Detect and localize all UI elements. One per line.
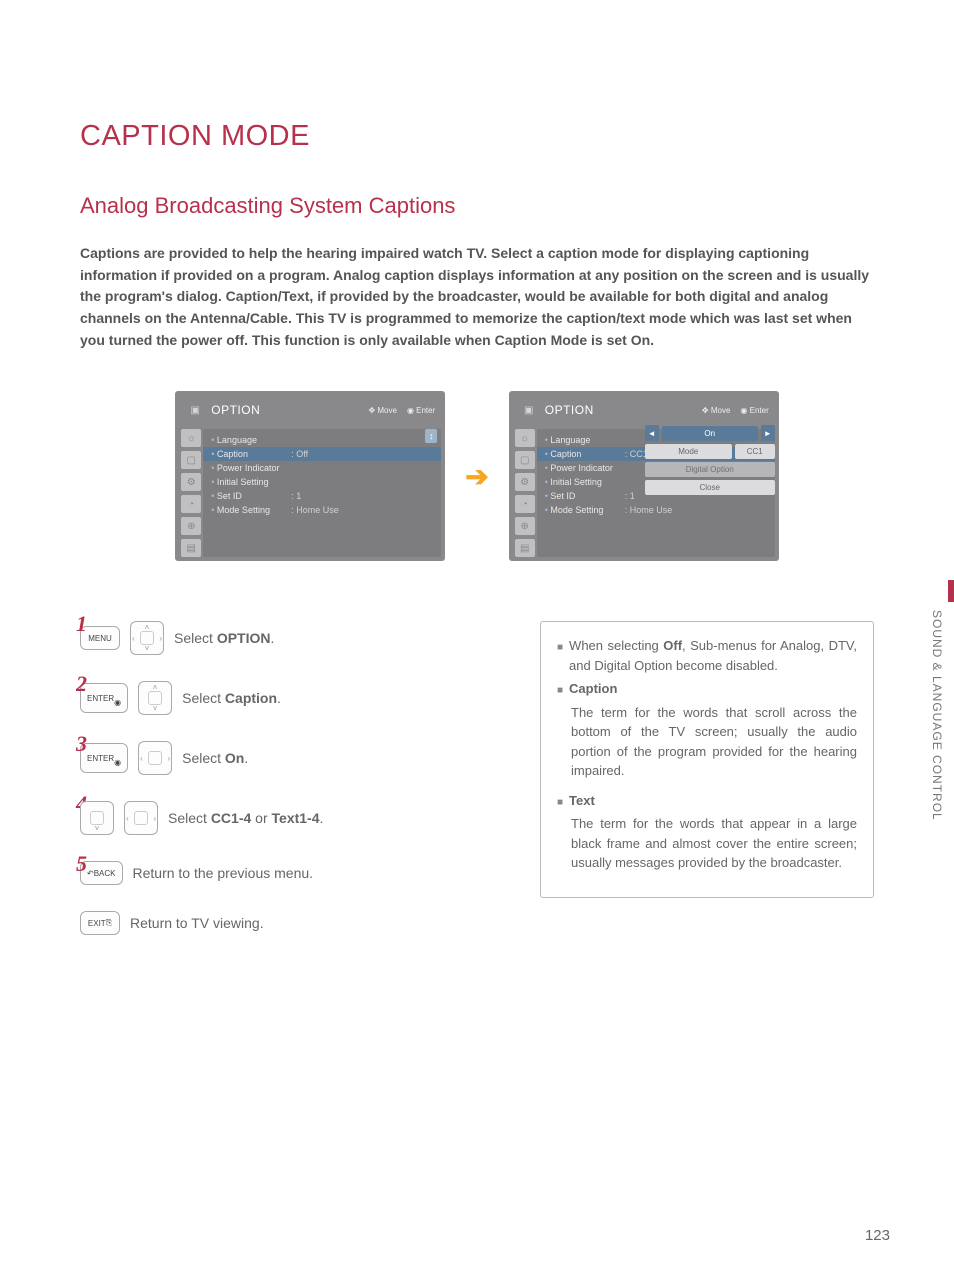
nav-pad-icon: ‹› (124, 801, 158, 835)
section-label: SOUND & LANGUAGE CONTROL (930, 610, 944, 821)
step-number: 5 (76, 851, 87, 877)
nav-pad-icon: ‹› (138, 741, 172, 775)
osd-item-language: Language (203, 433, 441, 447)
osd-side-icon: ▤ (181, 539, 201, 557)
osd-side-icon: ▢ (181, 451, 201, 469)
bullet-icon: ■ (557, 791, 563, 811)
caption-popup: ◄ On ► Mode CC1 Digital Option Close (645, 425, 775, 498)
osd-item-initial: Initial Setting (203, 475, 441, 489)
osd-title: OPTION (211, 403, 260, 417)
step-6: EXIT ⎘ Return to TV viewing. (80, 911, 480, 935)
step-number: 2 (76, 671, 87, 697)
osd-side-icon: ▢ (515, 451, 535, 469)
osd-item-mode: Mode Setting: Home Use (203, 503, 441, 517)
steps-list: 1 MENU ˄˅ ‹› Select OPTION. 2 ENTER◉ ˄˅ (80, 621, 480, 961)
move-hint: ✥ Move (702, 406, 731, 415)
mode-label: Mode (645, 444, 732, 459)
enter-hint: ◉ Enter (740, 406, 768, 415)
step-text: Return to TV viewing. (130, 915, 264, 931)
step-1: 1 MENU ˄˅ ‹› Select OPTION. (80, 621, 480, 655)
intro-paragraph: Captions are provided to help the hearin… (80, 243, 874, 351)
nav-pad-icon: ˄˅ (138, 681, 172, 715)
osd-side-icon: ⊕ (515, 517, 535, 535)
step-number: 3 (76, 731, 87, 757)
step-4: 4 ˅ ‹› Select CC1-4 or Text1-4. (80, 801, 480, 835)
close-button[interactable]: Close (645, 480, 775, 495)
osd-item-setid: Set ID: 1 (203, 489, 441, 503)
osd-side-icon: ☼ (181, 429, 201, 447)
on-button[interactable]: On (662, 426, 758, 441)
osd-item-power: Power Indicator (203, 461, 441, 475)
osd-side-icon: ▤ (515, 539, 535, 557)
enter-key: ENTER◉ (80, 743, 128, 773)
page-number: 123 (865, 1227, 890, 1244)
text-body: The term for the words that appear in a … (557, 814, 857, 873)
osd-side-icon: ⊕ (181, 517, 201, 535)
caption-heading: Caption (569, 679, 617, 699)
step-text: Return to the previous menu. (133, 865, 314, 881)
nav-pad-icon: ˅ (80, 801, 114, 835)
bullet-icon: ■ (557, 679, 563, 699)
exit-key: EXIT ⎘ (80, 911, 120, 935)
text-heading: Text (569, 791, 595, 811)
osd-after: ▣ OPTION ✥ Move ◉ Enter ☼ ▢ ⚙ ◔ ⊕ ▤ (509, 391, 779, 561)
osd-item-caption: Caption: Off (203, 447, 441, 461)
osd-item-mode: Mode Setting: Home Use (537, 503, 775, 517)
osd-side-icon: ☼ (515, 429, 535, 447)
accent-bar (948, 580, 954, 602)
arrow-icon: ➔ (465, 460, 488, 493)
step-text: Select On. (182, 750, 248, 766)
bullet-icon: ■ (557, 636, 563, 675)
step-number: 1 (76, 611, 87, 637)
step-text: Select OPTION. (174, 630, 274, 646)
caption-body: The term for the words that scroll acros… (557, 703, 857, 781)
osd-side-icon: ⚙ (181, 473, 201, 491)
move-hint: ✥ Move (368, 406, 397, 415)
step-3: 3 ENTER◉ ‹› Select On. (80, 741, 480, 775)
tv-icon: ▣ (185, 399, 205, 421)
tv-icon: ▣ (519, 399, 539, 421)
osd-title: OPTION (545, 403, 594, 417)
digital-option-button: Digital Option (645, 462, 775, 477)
enter-key: ENTER◉ (80, 683, 128, 713)
osd-side-icon: ⚙ (515, 473, 535, 491)
right-arrow-button[interactable]: ► (761, 425, 775, 441)
page-title: CAPTION MODE (80, 120, 874, 153)
mode-value: CC1 (735, 444, 775, 459)
nav-pad-icon: ˄˅ ‹› (130, 621, 164, 655)
scroll-icon: ↕ (425, 429, 437, 443)
page-subtitle: Analog Broadcasting System Captions (80, 193, 874, 219)
step-text: Select Caption. (182, 690, 281, 706)
step-5: 5 ↶BACK Return to the previous menu. (80, 861, 480, 885)
osd-side-icon: ◔ (515, 495, 535, 513)
section-tab: SOUND & LANGUAGE CONTROL (930, 580, 954, 860)
enter-hint: ◉ Enter (407, 406, 435, 415)
step-2: 2 ENTER◉ ˄˅ Select Caption. (80, 681, 480, 715)
step-text: Select CC1-4 or Text1-4. (168, 810, 323, 826)
osd-before: ▣ OPTION ✥ Move ◉ Enter ☼ ▢ ⚙ ◔ ⊕ ▤ (175, 391, 445, 561)
osd-side-icon: ◔ (181, 495, 201, 513)
left-arrow-button[interactable]: ◄ (645, 425, 659, 441)
notes-box: ■ When selecting Off, Sub-menus for Anal… (540, 621, 874, 898)
osd-screenshots: ▣ OPTION ✥ Move ◉ Enter ☼ ▢ ⚙ ◔ ⊕ ▤ (80, 391, 874, 561)
